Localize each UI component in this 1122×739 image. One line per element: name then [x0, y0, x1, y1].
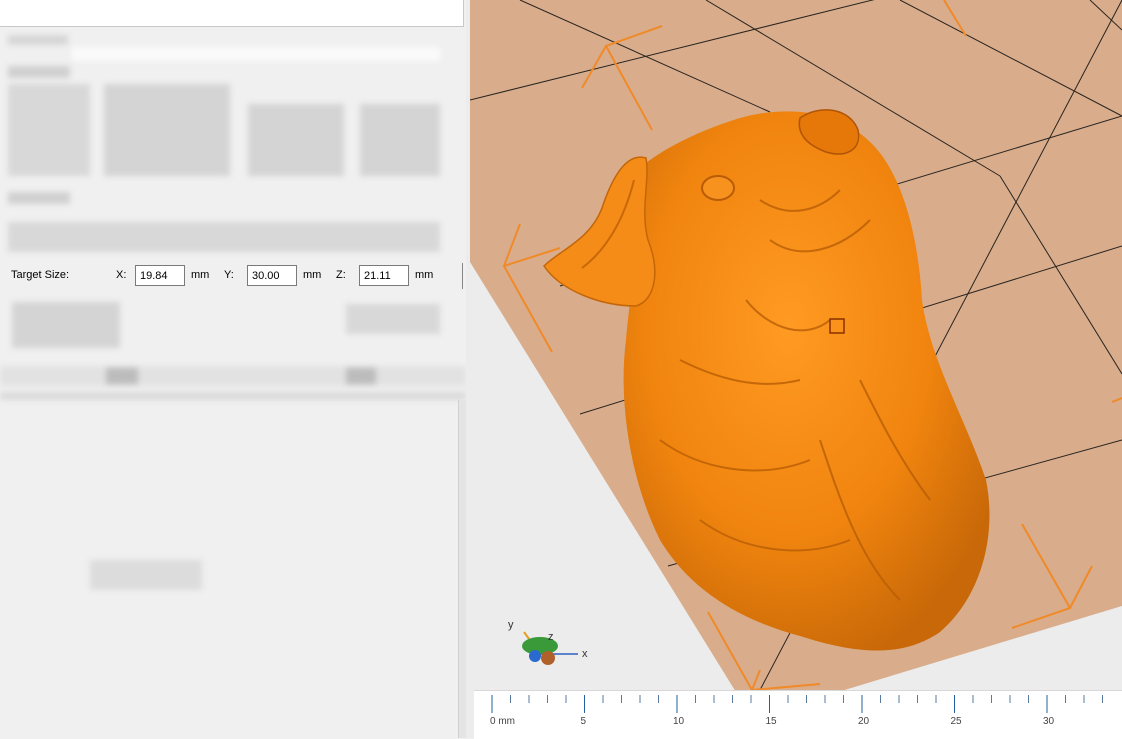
axis-x-label: x [582, 648, 588, 660]
obscured-label [8, 66, 70, 78]
target-size-row: Target Size: X: mm Y: mm Z: mm [0, 263, 466, 289]
obscured-grid-3 [248, 104, 344, 176]
ruler-tick-label: 25 [951, 716, 963, 727]
size-x-input[interactable] [135, 265, 185, 286]
row-divider [462, 263, 463, 289]
ruler-tick-label: 5 [581, 716, 587, 727]
ruler: 0 mm 5 10 15 20 25 30 [474, 690, 1122, 739]
obscured-button [346, 304, 440, 334]
x-unit: mm [191, 269, 210, 281]
axis-z-label: z [548, 631, 554, 643]
x-label: X: [116, 269, 127, 281]
obscured-separator [0, 392, 466, 400]
panel-splitter[interactable] [458, 400, 466, 738]
axis-y-label: y [508, 619, 514, 631]
obscured-row [8, 222, 440, 252]
name-field[interactable] [0, 0, 464, 27]
obscured-bar [72, 47, 440, 61]
axis-gizmo: y z x [508, 619, 588, 665]
size-z-input[interactable] [359, 265, 409, 286]
obscured-label-2 [8, 192, 70, 204]
obscured-slider-thumb-1 [106, 368, 138, 384]
z-label: Z: [336, 269, 346, 281]
z-unit: mm [415, 269, 434, 281]
obscured-slider [0, 366, 466, 386]
settings-panel: Target Size: X: mm Y: mm Z: mm [0, 0, 466, 738]
ruler-tick-label: 15 [766, 716, 778, 727]
ruler-tick-label: 10 [673, 716, 685, 727]
target-size-label: Target Size: [11, 269, 70, 281]
ruler-tick-label: 20 [858, 716, 870, 727]
y-unit: mm [303, 269, 322, 281]
ruler-tick-label: 0 mm [490, 716, 515, 727]
obscured-header [8, 35, 68, 45]
obscured-grid-2 [104, 84, 230, 176]
obscured-grid-1 [8, 84, 90, 176]
obscured-option [12, 302, 120, 348]
ruler-tick-label: 30 [1043, 716, 1055, 727]
obscured-grid-4 [360, 104, 440, 176]
3d-viewport[interactable]: y z x [466, 0, 1122, 738]
size-y-input[interactable] [247, 265, 297, 286]
obscured-slider-thumb-2 [346, 368, 376, 384]
obscured-placeholder [90, 560, 202, 590]
y-label: Y: [224, 269, 234, 281]
